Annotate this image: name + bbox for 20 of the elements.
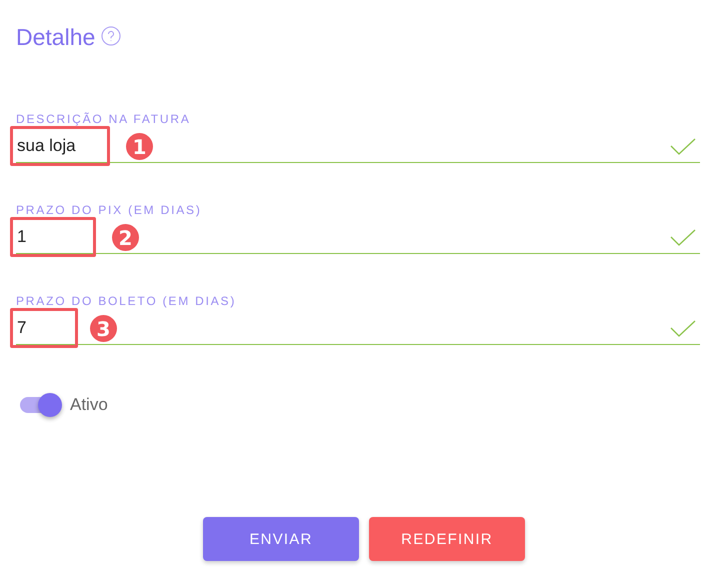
field-label: PRAZO DO BOLETO (EM DIAS) [16,294,238,308]
submit-button[interactable]: ENVIAR [203,517,359,561]
field-value: sua loja [16,136,76,156]
number-marker: 1 [126,133,153,160]
field-label: PRAZO DO PIX (EM DIAS) [16,203,203,217]
check-icon [670,229,696,247]
help-icon[interactable] [101,26,122,46]
field-value: 7 [16,318,26,338]
number-marker: 3 [90,315,117,342]
number-marker: 2 [112,224,139,251]
input-field[interactable]: 1 2 [16,221,700,254]
input-field[interactable]: 7 3 [16,312,700,345]
highlight-frame [10,308,78,348]
section-title: Detalhe [16,24,96,51]
field-value: 1 [16,227,26,247]
check-icon [670,138,696,156]
toggle-label: Ativo [70,395,108,415]
input-field[interactable]: sua loja 1 [16,130,700,163]
check-icon [670,320,696,338]
field-label: DESCRIÇÃO NA FATURA [16,112,192,126]
